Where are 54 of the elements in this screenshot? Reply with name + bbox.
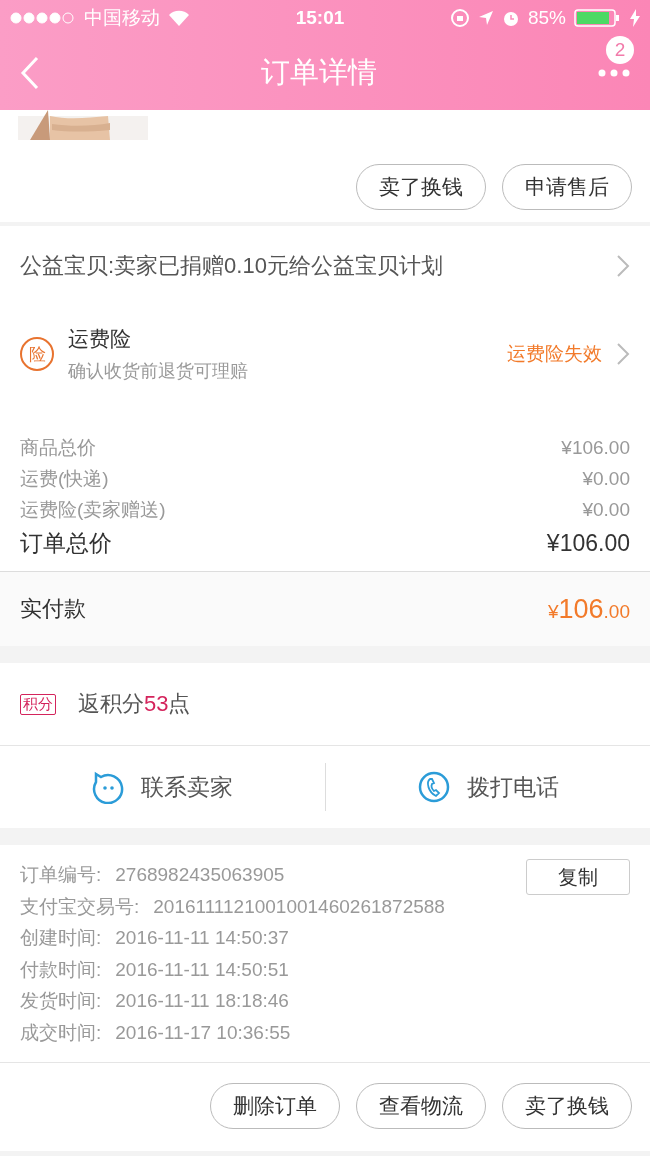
info-value: 2016-11-17 10:36:55 bbox=[115, 1020, 291, 1045]
copy-button[interactable]: 复制 bbox=[526, 859, 630, 895]
info-label: 订单编号: bbox=[20, 863, 102, 887]
info-value: 2768982435063905 bbox=[115, 863, 285, 887]
clock-time: 15:01 bbox=[294, 7, 346, 29]
charging-bolt-icon bbox=[630, 9, 640, 27]
phone-icon bbox=[416, 770, 451, 804]
insurance-icon: 险 bbox=[20, 337, 54, 371]
action-button[interactable]: 申请售后 bbox=[502, 164, 632, 210]
back-icon[interactable] bbox=[20, 56, 40, 90]
notification-badge: 2 bbox=[606, 36, 634, 64]
info-label: 创建时间: bbox=[20, 926, 102, 950]
price-label: 运费险(卖家赠送) bbox=[20, 498, 166, 522]
action-button[interactable]: 卖了换钱 bbox=[502, 1083, 632, 1129]
info-label: 发货时间: bbox=[20, 989, 102, 1013]
price-value: ¥106.00 bbox=[561, 436, 630, 460]
battery-icon bbox=[574, 8, 622, 28]
chevron-right-icon bbox=[616, 342, 630, 366]
contact-link[interactable]: 联系卖家 bbox=[141, 771, 234, 803]
rotation-lock-icon bbox=[449, 8, 470, 28]
info-label: 付款时间: bbox=[20, 957, 102, 982]
signal-icon bbox=[10, 12, 76, 24]
total-value: ¥106.00 bbox=[546, 529, 630, 558]
insurance-title: 运费险 bbox=[68, 326, 132, 352]
more-icon[interactable] bbox=[598, 69, 630, 77]
info-value: 2016-11-11 18:18:46 bbox=[115, 989, 289, 1013]
info-value: 2016-11-11 14:50:51 bbox=[115, 957, 289, 982]
chat-face-icon bbox=[91, 770, 126, 804]
alarm-clock-icon bbox=[501, 9, 520, 27]
info-value: 2016111121001001460261872588 bbox=[153, 894, 445, 919]
wifi-icon bbox=[168, 10, 190, 26]
page-title: 订单详情 bbox=[260, 55, 378, 90]
info-value: 2016-11-11 14:50:37 bbox=[115, 926, 289, 950]
points-text: 返积分53点 bbox=[78, 690, 191, 718]
carrier-name: 中国移动 bbox=[84, 6, 160, 30]
points-tag: 积分 bbox=[20, 693, 56, 715]
info-label: 成交时间: bbox=[20, 1020, 102, 1045]
battery-percent: 85% bbox=[527, 7, 566, 29]
price-label: 商品总价 bbox=[20, 436, 96, 460]
paid-label: 实付款 bbox=[20, 595, 86, 623]
action-button[interactable]: 卖了换钱 bbox=[356, 164, 486, 210]
location-arrow-icon bbox=[477, 10, 494, 26]
info-label: 支付宝交易号: bbox=[20, 894, 140, 919]
contact-link[interactable]: 拨打电话 bbox=[466, 771, 559, 803]
action-button[interactable]: 删除订单 bbox=[210, 1083, 340, 1129]
chevron-right-icon bbox=[616, 254, 630, 278]
total-label: 订单总价 bbox=[20, 529, 112, 558]
paid-amount: ¥106.00 bbox=[547, 593, 630, 625]
price-value: ¥0.00 bbox=[582, 498, 630, 522]
insurance-subtitle: 确认收货前退货可理赔 bbox=[68, 360, 248, 383]
charity-text: 公益宝贝:卖家已捐赠0.10元给公益宝贝计划 bbox=[20, 252, 443, 280]
price-label: 运费(快递) bbox=[20, 467, 109, 491]
action-button[interactable]: 查看物流 bbox=[356, 1083, 486, 1129]
price-value: ¥0.00 bbox=[582, 467, 630, 491]
